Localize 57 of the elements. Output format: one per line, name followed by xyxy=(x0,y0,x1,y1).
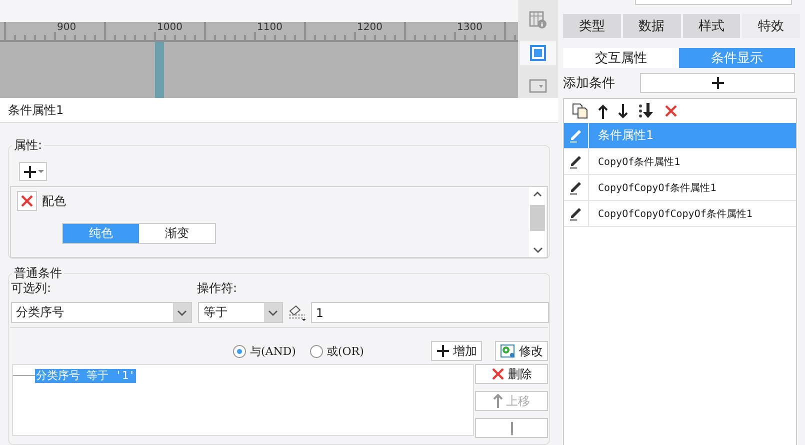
pencil-icon xyxy=(569,206,583,221)
ruler-label: 900 xyxy=(57,22,76,34)
move-to-bottom-icon[interactable] xyxy=(638,103,654,119)
section-legend: 属性: xyxy=(12,137,44,154)
pencil-icon xyxy=(569,180,583,195)
dropdown-box-icon[interactable] xyxy=(529,78,547,93)
chevron-down-icon xyxy=(268,310,278,316)
logic-radio[interactable]: 或(OR) xyxy=(310,344,364,358)
field-label: 操作符: xyxy=(197,280,238,297)
tab[interactable]: 类型 xyxy=(563,14,621,38)
attribute-name: 配色 xyxy=(42,192,66,210)
condition-item[interactable]: CopyOf条件属性1 xyxy=(564,149,796,175)
gear-icon xyxy=(500,344,516,358)
ruler-label: 1300 xyxy=(457,22,482,34)
value-field[interactable]: 1 xyxy=(310,302,549,323)
add-condition-label: 添加条件 xyxy=(563,75,616,92)
tab[interactable]: 数据 xyxy=(622,14,680,38)
field-label: 可选列: xyxy=(11,280,52,297)
operator-select[interactable]: 等于 xyxy=(198,302,283,323)
arrow-up-icon[interactable] xyxy=(598,104,608,118)
add-button[interactable]: 增加 xyxy=(431,341,482,361)
condition-item[interactable]: CopyOfCopyOfCopyOf条件属性1 xyxy=(564,201,796,227)
scroll-down-icon xyxy=(532,247,542,253)
plus-icon xyxy=(436,344,450,358)
panel-title: 条件属性1 xyxy=(0,98,558,123)
text-type-icon[interactable] xyxy=(287,304,307,322)
logic-radio[interactable]: 与(AND) xyxy=(233,344,296,358)
scroll-up-icon xyxy=(533,191,542,197)
input-field[interactable] xyxy=(635,0,792,5)
arrow-down-icon[interactable] xyxy=(618,104,628,118)
condition-item[interactable]: CopyOfCopyOf条件属性1 xyxy=(564,175,796,201)
column-select[interactable]: 分类序号 xyxy=(11,302,192,323)
chevron-down-icon xyxy=(177,310,188,316)
copy-icon[interactable] xyxy=(572,103,588,119)
modify-button[interactable]: 修改 xyxy=(495,341,548,361)
arrow-up-icon xyxy=(493,394,503,408)
frame-icon[interactable] xyxy=(529,44,547,62)
pencil-icon xyxy=(569,154,583,169)
tab[interactable]: 样式 xyxy=(682,14,740,38)
section-legend: 普通条件 xyxy=(12,265,64,282)
ruler-label: 1200 xyxy=(357,22,382,34)
plus-icon xyxy=(22,164,36,178)
close-icon xyxy=(20,194,34,208)
column-marker xyxy=(155,42,164,98)
ruler-label: 1100 xyxy=(257,22,282,34)
tab[interactable]: 特效 xyxy=(742,14,800,38)
sub-tab[interactable]: 交互属性 xyxy=(563,48,679,68)
delete-icon[interactable] xyxy=(664,104,678,118)
pencil-icon xyxy=(569,128,583,143)
remove-button[interactable] xyxy=(17,191,37,211)
table-info-icon[interactable] xyxy=(529,11,547,30)
add-dropdown-button[interactable] xyxy=(19,162,47,181)
delete-button[interactable]: 删除 xyxy=(475,364,548,384)
close-icon xyxy=(491,367,505,381)
plus-icon xyxy=(710,76,724,90)
ruler-label: 1000 xyxy=(157,22,182,34)
segment-tab[interactable]: 渐变 xyxy=(139,224,215,243)
